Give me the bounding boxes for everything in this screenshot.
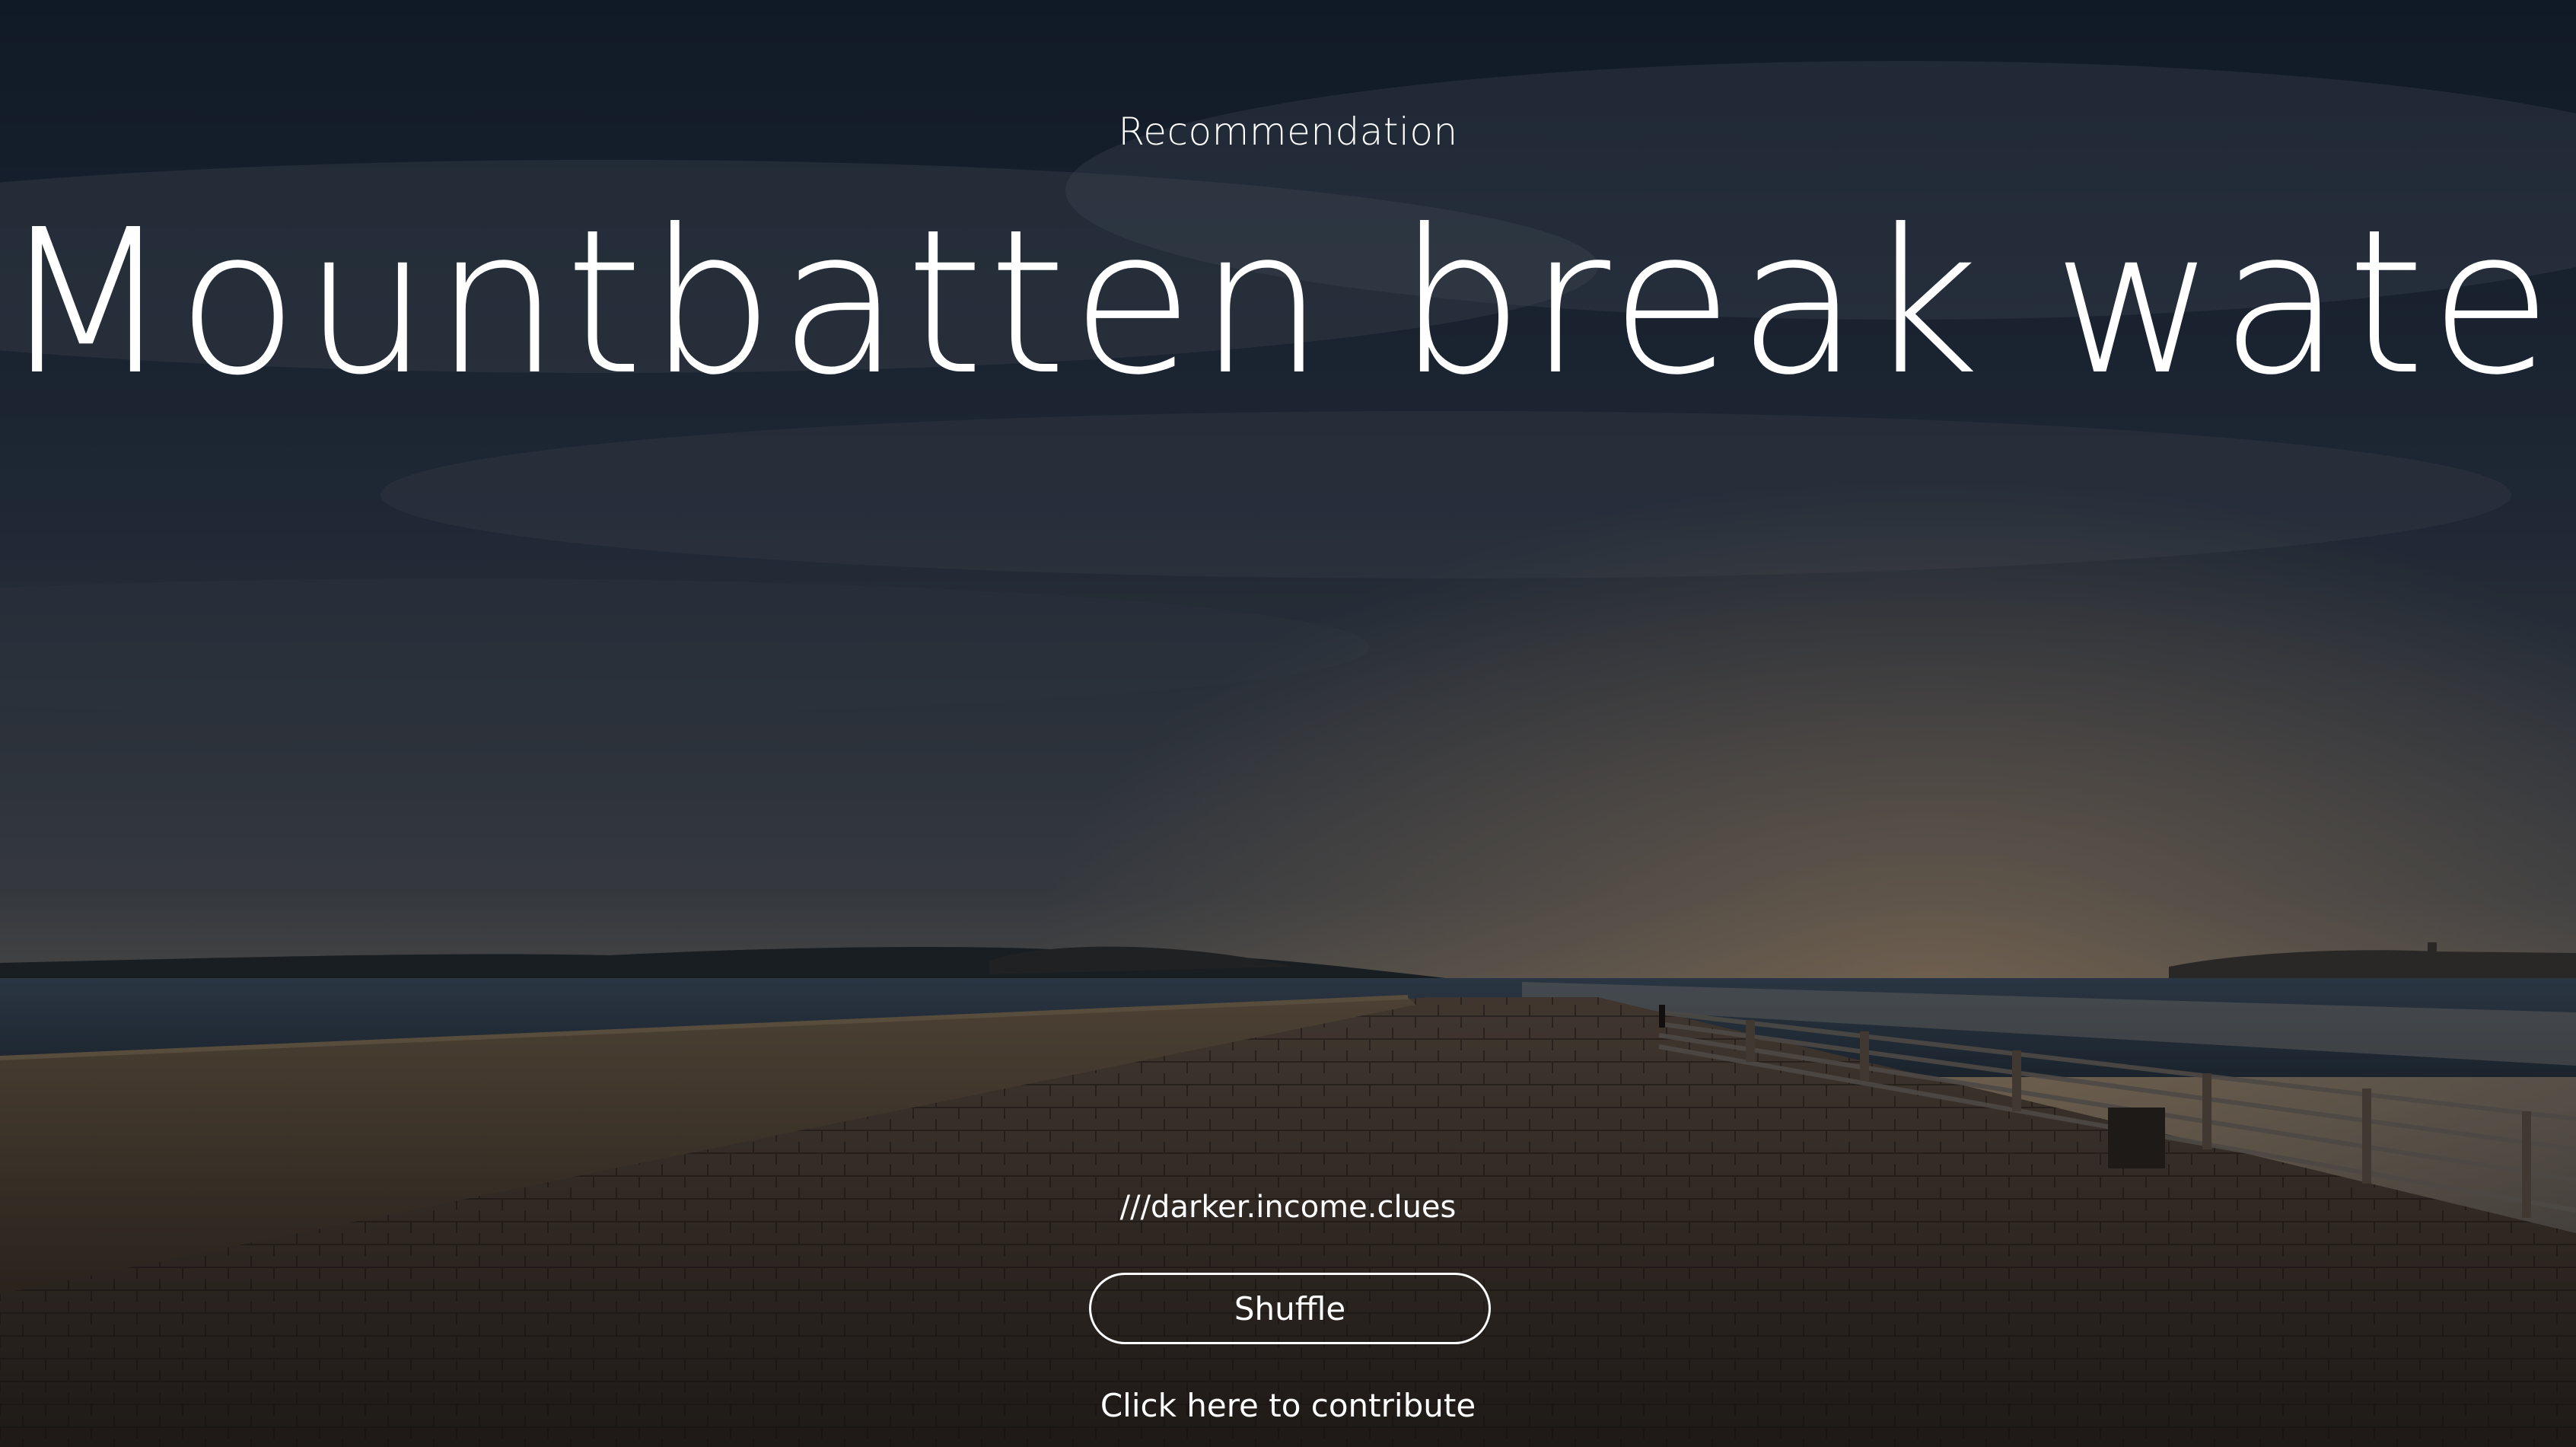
hero-content: Recommendation Mountbatten break water /… (0, 0, 2576, 1447)
contribute-link[interactable]: Click here to contribute (0, 1384, 2576, 1428)
page: Recommendation Mountbatten break water /… (0, 0, 2576, 1447)
place-title: Mountbatten break water (0, 186, 2576, 419)
section-eyebrow: Recommendation (1118, 110, 1458, 154)
shuffle-button[interactable]: Shuffle (1089, 1273, 1491, 1344)
what3words-address: ///darker.income.clues (1119, 1190, 1457, 1225)
